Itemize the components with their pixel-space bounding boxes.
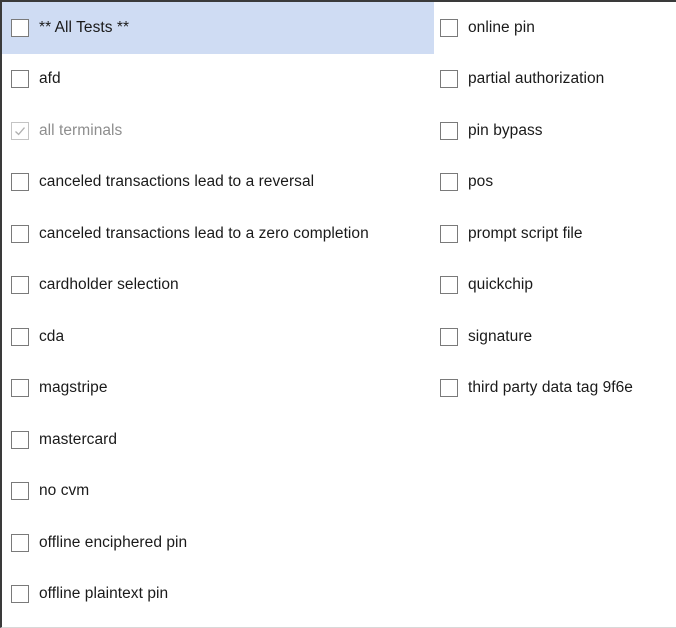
checkmark-icon (15, 126, 25, 136)
checkbox[interactable] (440, 379, 458, 398)
checkbox[interactable] (11, 533, 29, 552)
test-item-label: all terminals (39, 121, 123, 139)
test-item-label: cda (39, 327, 65, 345)
test-item-canceled-transactions-lead-to-a-zero-completion[interactable]: canceled transactions lead to a zero com… (2, 208, 434, 260)
test-item-magstripe[interactable]: magstripe (2, 363, 434, 415)
checkbox[interactable] (11, 327, 29, 346)
test-item-cda[interactable]: cda (2, 311, 434, 363)
test-item-quickchip[interactable]: quickchip (434, 260, 676, 312)
test-item-all-terminals: all terminals (2, 105, 434, 157)
test-item-cardholder-selection[interactable]: cardholder selection (2, 260, 434, 312)
test-item-label: third party data tag 9f6e (468, 379, 633, 397)
checkbox[interactable] (440, 70, 458, 89)
test-item-label: mastercard (39, 430, 118, 448)
checkbox[interactable] (440, 327, 458, 346)
test-item-partial-authorization[interactable]: partial authorization (434, 54, 676, 106)
test-item-label: magstripe (39, 379, 108, 397)
checkbox[interactable] (440, 224, 458, 243)
checkbox[interactable] (440, 173, 458, 192)
test-item-mastercard[interactable]: mastercard (2, 414, 434, 466)
test-item-label: offline plaintext pin (39, 585, 169, 603)
checkbox[interactable] (11, 224, 29, 243)
test-item-online-pin[interactable]: online pin (434, 2, 676, 54)
test-item-label: signature (468, 327, 533, 345)
test-item-all-tests[interactable]: ** All Tests ** (2, 2, 434, 54)
test-item-label: ** All Tests ** (39, 18, 130, 36)
checklist-left-column: ** All Tests ** afd all terminals canceled … (2, 2, 434, 620)
test-item-label: canceled transactions lead to a reversal (39, 173, 315, 191)
test-item-label: partial authorization (468, 70, 605, 88)
checkbox[interactable] (11, 70, 29, 89)
checkbox[interactable] (11, 430, 29, 449)
test-item-signature[interactable]: signature (434, 311, 676, 363)
test-item-label: offline enciphered pin (39, 533, 188, 551)
test-item-prompt-script-file[interactable]: prompt script file (434, 208, 676, 260)
test-item-label: pos (468, 173, 494, 191)
checkbox[interactable] (440, 18, 458, 37)
test-item-pos[interactable]: pos (434, 157, 676, 209)
test-item-label: no cvm (39, 482, 90, 500)
test-checklist-panel: ** All Tests ** afd all terminals canceled … (0, 0, 676, 628)
test-item-label: afd (39, 70, 61, 88)
checklist-right-column: online pin partial authorization pin bypas… (434, 2, 676, 414)
test-item-label: online pin (468, 18, 535, 36)
test-item-afd[interactable]: afd (2, 54, 434, 106)
checkbox[interactable] (11, 379, 29, 398)
checkbox[interactable] (440, 121, 458, 140)
test-item-no-cvm[interactable]: no cvm (2, 466, 434, 518)
test-item-canceled-transactions-lead-to-a-reversal[interactable]: canceled transactions lead to a reversal (2, 157, 434, 209)
checkbox[interactable] (11, 18, 29, 37)
checkbox[interactable] (440, 276, 458, 295)
test-item-label: quickchip (468, 276, 534, 294)
test-item-label: pin bypass (468, 121, 543, 139)
test-item-label: canceled transactions lead to a zero com… (39, 224, 369, 242)
checkbox-checked (11, 121, 29, 140)
checkbox[interactable] (11, 585, 29, 604)
checkbox[interactable] (11, 276, 29, 295)
test-item-label: prompt script file (468, 224, 583, 242)
test-item-third-party-data-tag-9f6e[interactable]: third party data tag 9f6e (434, 363, 676, 415)
test-item-label: cardholder selection (39, 276, 179, 294)
test-item-pin-bypass[interactable]: pin bypass (434, 105, 676, 157)
test-item-offline-enciphered-pin[interactable]: offline enciphered pin (2, 517, 434, 569)
test-item-offline-plaintext-pin[interactable]: offline plaintext pin (2, 569, 434, 621)
checkbox[interactable] (11, 482, 29, 501)
checkbox[interactable] (11, 173, 29, 192)
